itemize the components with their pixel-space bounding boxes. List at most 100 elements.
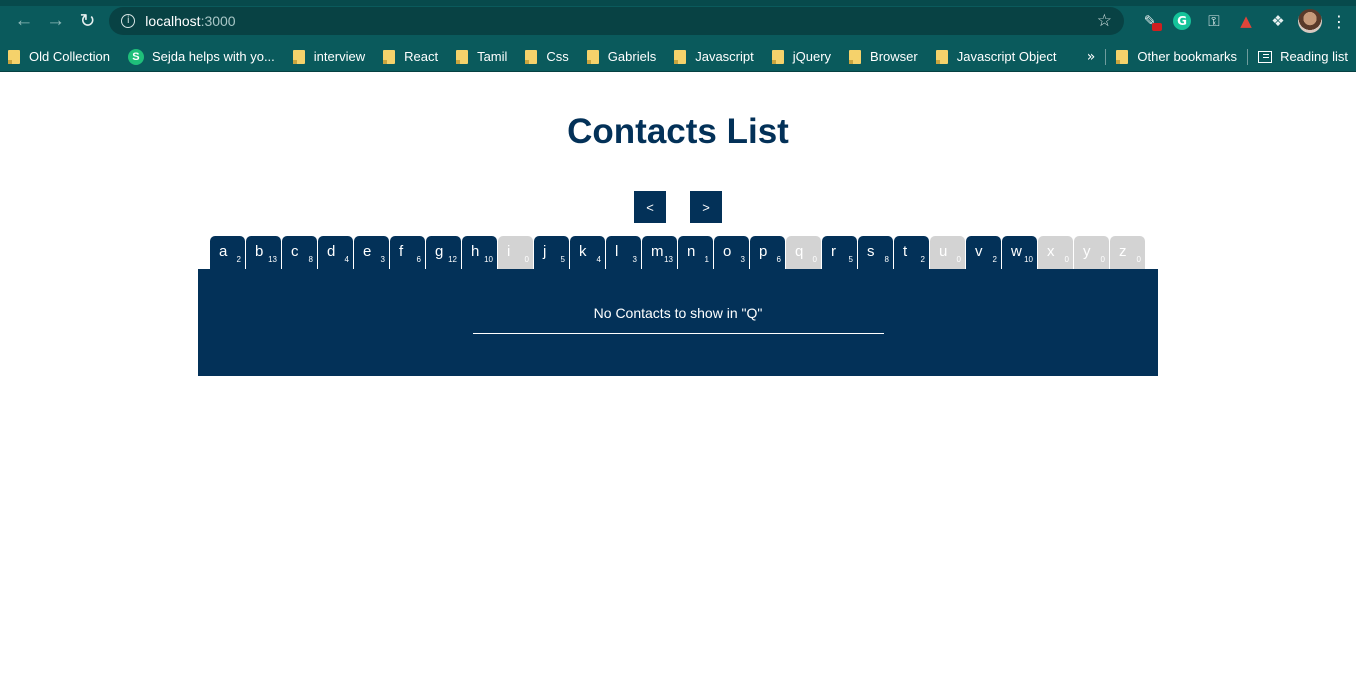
tab-count: 6	[776, 255, 781, 264]
tab-q[interactable]: q0	[786, 236, 821, 269]
tab-j[interactable]: j5	[534, 236, 569, 269]
tab-count: 13	[268, 255, 277, 264]
alphabet-tabs: a 2 b 13 c 8 d 4 e 3 f 6 g 12 h 10 i 0 j 5 k 4 l 3 m 13 n 1 o 3 p 6 q 0 r 5…	[210, 236, 1146, 269]
tab-v[interactable]: v2	[966, 236, 1001, 269]
tab-letter: g	[435, 243, 444, 260]
tab-y[interactable]: y0	[1074, 236, 1109, 269]
tab-a[interactable]: a2	[210, 236, 245, 269]
back-arrow-icon[interactable]: ←	[8, 6, 40, 36]
bookmark-tamil[interactable]: Tamil	[456, 49, 507, 64]
tab-letter: k	[579, 243, 587, 260]
tab-count: 0	[956, 255, 961, 264]
bookmark-javascript[interactable]: Javascript	[674, 49, 754, 64]
bookmark-label: Javascript Object	[956, 49, 1057, 64]
folder-icon	[849, 49, 862, 64]
tab-s[interactable]: s8	[858, 236, 893, 269]
extension-c-icon[interactable]: ⚿	[1202, 9, 1226, 33]
tab-k[interactable]: k4	[570, 236, 605, 269]
tab-letter: u	[939, 243, 948, 260]
tab-o[interactable]: o3	[714, 236, 749, 269]
bookmark-label: jQuery	[792, 49, 832, 64]
tab-t[interactable]: t2	[894, 236, 929, 269]
extensions-puzzle-icon[interactable]: ❖	[1266, 9, 1290, 33]
bookmark-label: Css	[546, 49, 569, 64]
tab-letter: h	[471, 243, 480, 260]
folder-icon	[935, 49, 948, 64]
tab-h[interactable]: h 10	[462, 236, 497, 269]
tab-count: 0	[812, 255, 817, 264]
tab-c[interactable]: c8	[282, 236, 317, 269]
tab-letter: d	[327, 243, 336, 260]
reload-icon[interactable]: ↻	[72, 6, 104, 36]
tab-u[interactable]: u0	[930, 236, 965, 269]
tab-count: 8	[308, 255, 313, 264]
bookmarks-overflow-icon[interactable]: »	[1087, 49, 1096, 65]
browser-menu-icon[interactable]: ⋮	[1330, 12, 1348, 31]
bookmark-javascript-object[interactable]: Javascript Object	[935, 49, 1057, 64]
page-content: Contacts List < > a 2 b 13 c 8 d 4 e 3 f 6 g 12 h 10 i 0 j…	[0, 72, 1356, 698]
tab-letter: y	[1083, 243, 1091, 260]
bookmark-browser[interactable]: Browser	[849, 49, 918, 64]
bookmark-label: Browser	[870, 49, 918, 64]
tab-count: 10	[484, 255, 493, 264]
tab-letter: e	[363, 243, 372, 260]
bookmarks-separator	[1247, 48, 1249, 65]
bookmark-label: Javascript	[695, 49, 754, 64]
profile-avatar[interactable]	[1298, 9, 1322, 33]
bookmark-other-bookmarks[interactable]: Other bookmarks	[1116, 49, 1237, 64]
tab-f[interactable]: f6	[390, 236, 425, 269]
tab-r[interactable]: r5	[822, 236, 857, 269]
tab-letter: m	[651, 243, 664, 260]
bookmark-label: Other bookmarks	[1137, 49, 1238, 64]
tab-z[interactable]: z0	[1110, 236, 1145, 269]
reading-list-label: Reading list	[1280, 49, 1348, 64]
site-info-icon[interactable]: i	[121, 14, 136, 28]
prev-button[interactable]: <	[634, 191, 666, 223]
extension-red-icon[interactable]: ▲	[1234, 9, 1258, 33]
tab-d[interactable]: d4	[318, 236, 353, 269]
bookmark-gabriels[interactable]: Gabriels	[586, 49, 657, 64]
bookmark-sejda[interactable]: S Sejda helps with yo...	[127, 48, 275, 65]
bookmark-star-icon[interactable]: ☆	[1097, 11, 1112, 31]
next-button[interactable]: >	[690, 191, 722, 223]
tab-l[interactable]: l3	[606, 236, 641, 269]
bookmark-css[interactable]: Css	[525, 49, 569, 64]
extension-eyedropper-icon[interactable]: ✎	[1138, 9, 1162, 33]
tab-e[interactable]: e3	[354, 236, 389, 269]
tab-count: 1	[704, 255, 709, 264]
tab-x[interactable]: x0	[1038, 236, 1073, 269]
tab-letter: o	[723, 243, 732, 260]
tab-letter: w	[1011, 243, 1022, 260]
tab-letter: i	[507, 243, 511, 260]
tab-m[interactable]: m 13	[642, 236, 677, 269]
tab-g[interactable]: g 12	[426, 236, 461, 269]
tab-letter: s	[867, 243, 875, 260]
bookmark-interview[interactable]: interview	[292, 49, 365, 64]
tab-n[interactable]: n1	[678, 236, 713, 269]
bookmarks-bar: Old Collection S Sejda helps with yo... i…	[0, 42, 1356, 72]
grammarly-extension-icon[interactable]: G	[1170, 9, 1194, 33]
forward-arrow-icon[interactable]: →	[40, 6, 72, 36]
reading-list-button[interactable]: Reading list	[1258, 49, 1348, 64]
tab-p[interactable]: p6	[750, 236, 785, 269]
tab-i[interactable]: i0	[498, 236, 533, 269]
folder-icon	[8, 49, 20, 64]
tab-letter: q	[795, 243, 804, 260]
tab-w[interactable]: w 10	[1002, 236, 1037, 269]
bookmark-label: Gabriels	[607, 49, 657, 64]
folder-icon	[771, 49, 784, 64]
address-bar[interactable]: i localhost:3000 ☆	[109, 7, 1124, 35]
bookmark-jquery[interactable]: jQuery	[771, 49, 832, 64]
tab-b[interactable]: b 13	[246, 236, 281, 269]
tab-count: 0	[1064, 255, 1069, 264]
tab-count: 4	[596, 255, 601, 264]
bookmark-react[interactable]: React	[383, 49, 438, 64]
tab-letter: f	[399, 243, 404, 260]
tab-count: 4	[344, 255, 349, 264]
bookmark-old-collection[interactable]: Old Collection	[8, 49, 110, 64]
tab-count: 6	[416, 255, 421, 264]
folder-icon	[1116, 49, 1129, 64]
tab-letter: x	[1047, 243, 1055, 260]
tab-count: 2	[920, 255, 925, 264]
folder-icon	[292, 49, 305, 64]
